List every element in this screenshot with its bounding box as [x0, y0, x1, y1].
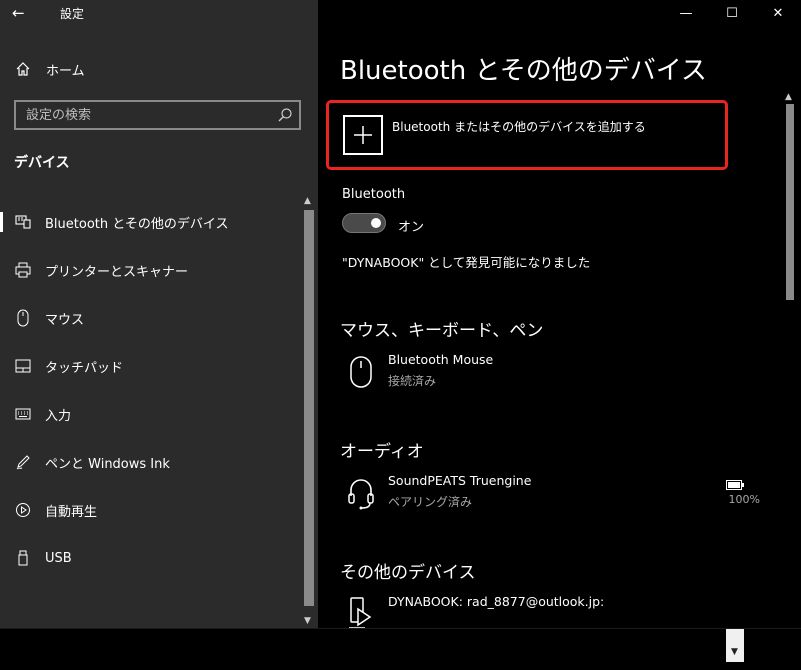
toggle-state: オン — [398, 220, 425, 235]
sidebar-item-label: 入力 — [45, 408, 72, 424]
bottom-bar — [0, 628, 801, 670]
section-title: デバイス — [14, 155, 70, 171]
mouse-icon — [344, 352, 378, 392]
chevron-down-icon[interactable]: ▼ — [731, 647, 738, 657]
page-title: Bluetooth とその他のデバイス — [340, 56, 707, 86]
add-device-label[interactable]: Bluetooth またはその他のデバイスを追加する — [392, 118, 646, 135]
sidebar-item-touchpad[interactable]: タッチパッド — [0, 342, 300, 390]
plus-icon — [354, 126, 372, 144]
minimize-button[interactable]: — — [663, 0, 709, 26]
sidebar-item-mouse[interactable]: マウス — [0, 294, 300, 342]
sidebar-scrollbar[interactable]: ▲ ▼ — [302, 196, 316, 628]
device-status: 接続済み — [388, 374, 437, 388]
autoplay-icon — [14, 501, 32, 519]
sidebar-item-label: 自動再生 — [45, 504, 98, 520]
home-label: ホーム — [46, 63, 85, 79]
window-controls: — ☐ ✕ — [663, 0, 801, 26]
usb-icon — [14, 549, 32, 567]
scroll-up-icon[interactable]: ▲ — [785, 92, 792, 102]
back-arrow-icon[interactable]: ← — [12, 4, 25, 22]
home-icon — [14, 60, 32, 78]
scroll-up-icon[interactable]: ▲ — [304, 196, 311, 206]
sidebar-nav: Bluetooth とその他のデバイス プリンターとスキャナー マウス タッチパ… — [0, 198, 300, 582]
sidebar-item-input[interactable]: 入力 — [0, 390, 300, 438]
bottom-scroll-button[interactable]: ▼ — [726, 629, 744, 662]
window-title: 設定 — [60, 7, 85, 21]
discoverable-text: "DYNABOOK" として発見可能になりました — [342, 255, 591, 270]
group-heading-other: その他のデバイス — [340, 563, 476, 583]
device-soundpeats[interactable]: SoundPEATS Truengine ペアリング済み 100% — [340, 473, 760, 517]
mouse-icon — [14, 309, 32, 327]
device-name: DYNABOOK: rad_8877@outlook.jp: — [388, 594, 605, 609]
battery-level: 100% — [728, 493, 760, 506]
pen-icon — [14, 453, 32, 471]
sidebar-item-label: プリンターとスキャナー — [45, 264, 189, 280]
touchpad-icon — [14, 357, 32, 375]
bluetooth-label: Bluetooth — [342, 187, 406, 202]
scroll-down-icon[interactable]: ▼ — [304, 616, 311, 626]
bluetooth-devices-icon — [14, 213, 32, 231]
sidebar-item-bluetooth[interactable]: Bluetooth とその他のデバイス — [0, 198, 300, 246]
battery-icon — [726, 475, 744, 494]
device-name: SoundPEATS Truengine — [388, 473, 532, 488]
device-status: ペアリング済み — [388, 495, 473, 509]
maximize-button[interactable]: ☐ — [709, 0, 755, 26]
scrollbar-thumb[interactable] — [786, 104, 794, 300]
sidebar-item-autoplay[interactable]: 自動再生 — [0, 486, 300, 534]
search-icon[interactable] — [277, 107, 293, 123]
search-input[interactable] — [26, 106, 266, 124]
sidebar-item-label: マウス — [45, 312, 85, 328]
sidebar-item-label: タッチパッド — [45, 360, 124, 376]
close-button[interactable]: ✕ — [755, 0, 801, 26]
sidebar-item-printers[interactable]: プリンターとスキャナー — [0, 246, 300, 294]
settings-search-box[interactable] — [14, 100, 301, 130]
main-pane: — ☐ ✕ Bluetooth とその他のデバイス Bluetooth またはそ… — [318, 0, 801, 629]
add-device-button[interactable] — [343, 115, 383, 155]
headset-icon — [344, 473, 378, 513]
sidebar: ← 設定 ホーム デバイス Bluetooth とその他のデバイス プリンターと… — [0, 0, 318, 628]
add-device-highlight[interactable]: Bluetooth またはその他のデバイスを追加する — [326, 100, 728, 170]
sidebar-item-label: USB — [45, 550, 72, 566]
keyboard-icon — [14, 405, 32, 423]
home-link[interactable]: ホーム — [14, 58, 85, 80]
sidebar-item-usb[interactable]: USB — [0, 534, 300, 582]
device-name: Bluetooth Mouse — [388, 352, 494, 367]
sidebar-item-pen[interactable]: ペンと Windows Ink — [0, 438, 300, 486]
printer-icon — [14, 261, 32, 279]
scrollbar-thumb[interactable] — [304, 210, 314, 606]
sidebar-item-label: Bluetooth とその他のデバイス — [45, 216, 229, 232]
device-bluetooth-mouse[interactable]: Bluetooth Mouse 接続済み — [340, 352, 760, 396]
group-heading-mouse-keyboard-pen: マウス、キーボード、ペン — [340, 321, 544, 341]
group-heading-audio: オーディオ — [340, 442, 424, 462]
bluetooth-toggle[interactable] — [342, 213, 386, 233]
sidebar-item-label: ペンと Windows Ink — [45, 456, 170, 472]
main-scrollbar[interactable]: ▲ — [783, 92, 797, 627]
